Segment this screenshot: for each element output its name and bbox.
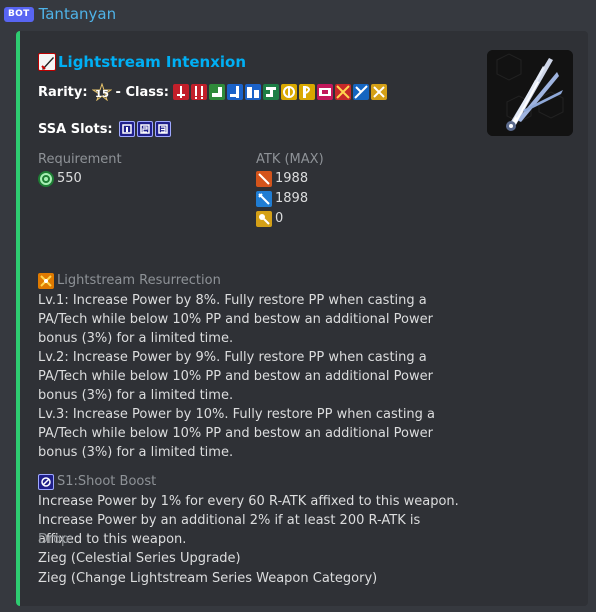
drop-label: Drop: [38,532,74,547]
s1-title-row: S1:Shoot Boost [38,472,468,492]
potential-name: Lightstream Resurrection [57,273,221,288]
requirement-label: Requirement [38,152,122,167]
message-header: BOT Tantanyan [4,4,116,24]
sword-icon [38,53,56,71]
ssa-slot-s2-icon [136,121,153,137]
requirement-value-row: 550 [38,169,122,189]
melee-atk-icon [256,171,272,187]
weapon-title[interactable]: Lightstream Intenxion [58,52,246,72]
rarity-label: Rarity: [38,84,88,100]
bot-tag: BOT [4,6,34,22]
title-row: Lightstream Intenxion [38,52,246,72]
tech-atk-row: 0 [256,209,324,229]
potential-icon [38,273,54,289]
ssa-icon-list [118,121,171,137]
ssa-slot-s1-icon [118,121,135,137]
ssa-slots-row: SSA Slots: [38,121,171,137]
tech-atk-value: 0 [275,211,284,226]
gunner-icon [226,84,243,100]
atk-label: ATK (MAX) [256,152,324,167]
potential-title-row: Lightstream Resurrection [38,271,468,291]
ranged-atk-row: 1898 [256,189,324,209]
class-icon-list [172,84,387,100]
s1-slot-icon [38,474,54,490]
braver-icon [280,84,297,100]
ranged-stat-icon [38,171,54,187]
weapon-thumbnail-image [487,50,573,136]
melee-atk-value: 1988 [275,171,309,186]
potential-lv2-text: Lv.2: Increase Power by 9%. Fully restor… [38,350,433,403]
force-icon [244,84,261,100]
phantom-icon [352,84,369,100]
fighter-icon [190,84,207,100]
svg-text:15: 15 [95,89,109,100]
tech-atk-icon [256,211,272,227]
etoile-icon [370,84,387,100]
bouncer-icon [298,84,315,100]
ssa-slot-s3-icon [154,121,171,137]
atk-field: ATK (MAX) 1988 1898 0 [256,151,324,229]
melee-atk-row: 1988 [256,169,324,189]
ranged-atk-value: 1898 [275,191,309,206]
s1-name: S1:Shoot Boost [57,474,157,489]
ranger-icon [208,84,225,100]
weapon-embed: Lightstream Intenxion Rarity: 15 - Class… [16,31,588,606]
weapon-thumbnail[interactable] [487,50,573,136]
rarity-class-row: Rarity: 15 - Class: [38,82,387,102]
hunter-icon [172,84,189,100]
potential-lv3-text: Lv.3: Increase Power by 10%. Fully resto… [38,407,436,460]
summoner-icon [316,84,333,100]
ranged-atk-icon [256,191,272,207]
requirement-value: 550 [57,171,82,186]
hero-icon [334,84,351,100]
ssa-label: SSA Slots: [38,121,113,137]
requirement-field: Requirement 550 [38,151,122,189]
drop-section: Drop: Zieg (Celestial Series Upgrade) Zi… [38,531,468,589]
potential-section: Lightstream Resurrection Lv.1: Increase … [38,271,468,462]
techter-icon [262,84,279,100]
potential-lv1-text: Lv.1: Increase Power by 8%. Fully restor… [38,293,433,346]
class-label: - Class: [115,84,169,100]
username[interactable]: Tantanyan [39,4,117,24]
drop-line: Zieg (Celestial Series Upgrade) [38,551,241,566]
rarity-15-star-icon: 15 [90,82,113,102]
drop-line: Zieg (Change Lightstream Series Weapon C… [38,571,378,586]
